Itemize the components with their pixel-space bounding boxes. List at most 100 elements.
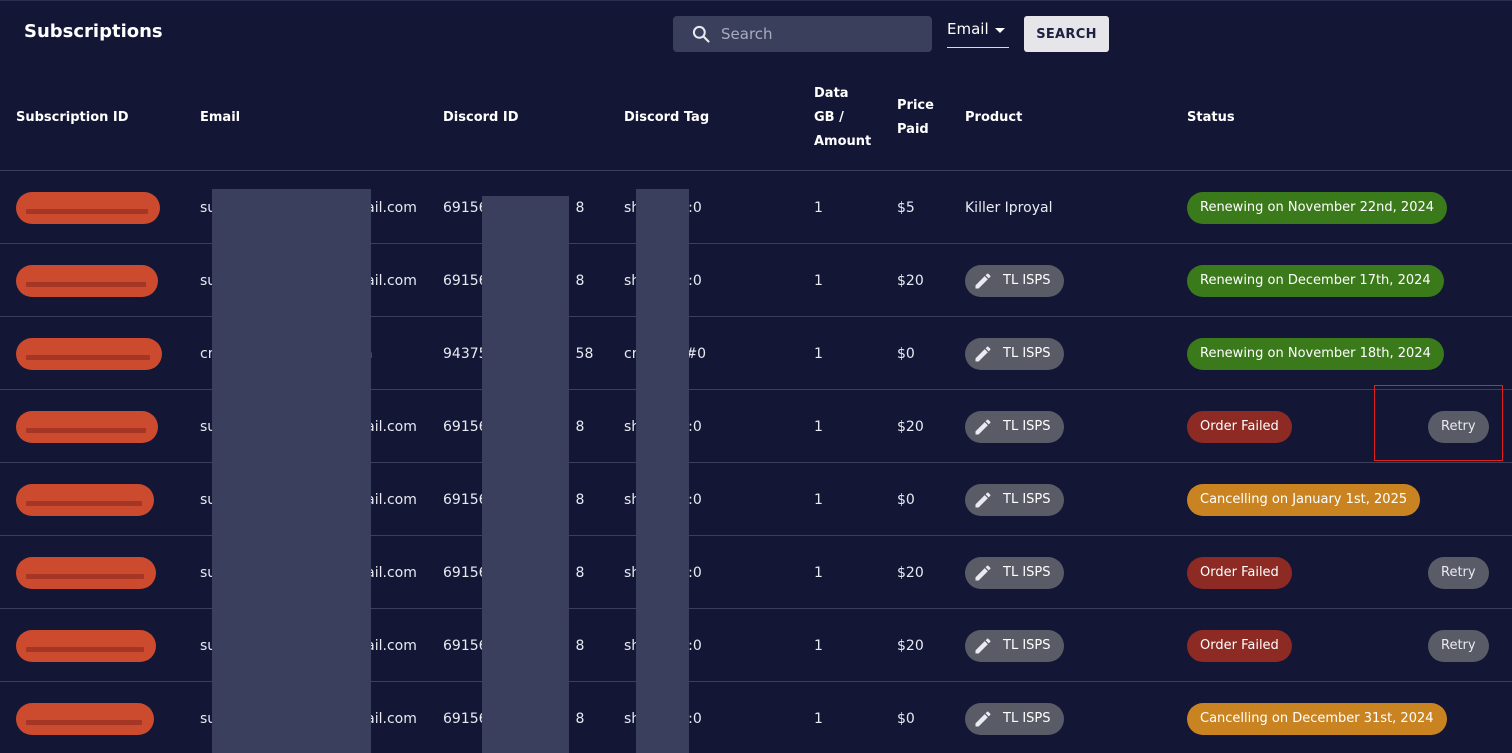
status-cell: Order Failed xyxy=(1187,609,1292,682)
product-name: TL ISPS xyxy=(1003,565,1051,580)
data-amount-cell: 1 xyxy=(814,199,823,216)
pencil-icon xyxy=(975,710,991,726)
redaction-discord-tag xyxy=(636,189,689,753)
subscription-id-pill[interactable] xyxy=(16,702,154,735)
discord-id-suffix: 58 xyxy=(575,345,594,362)
discord-tag-suffix: :0 xyxy=(688,418,702,435)
search-field-value: Email xyxy=(947,20,989,38)
product-name: TL ISPS xyxy=(1003,419,1051,434)
redaction-subscription-id xyxy=(26,719,142,725)
column-data: Data GB / Amount xyxy=(814,82,871,154)
data-amount-cell: 1 xyxy=(814,418,823,435)
status-badge: Order Failed xyxy=(1187,410,1292,443)
discord-id-prefix: 69156 xyxy=(443,272,488,289)
status-cell: Order Failed xyxy=(1187,390,1292,463)
search-field-select[interactable]: Email xyxy=(947,20,1009,48)
discord-id-suffix: 8 xyxy=(575,564,585,581)
product-cell: Killer Iproyal xyxy=(965,199,1053,216)
email-suffix: ail.com xyxy=(366,564,417,581)
subscriptions-page: Subscriptions Email SEARCH Subscription … xyxy=(0,0,1512,753)
subscription-id-pill[interactable] xyxy=(16,483,154,516)
subscription-id-cell xyxy=(16,171,160,244)
subscription-id-cell xyxy=(16,463,154,536)
product-chip[interactable]: TL ISPS xyxy=(965,410,1064,443)
discord-id-suffix: 8 xyxy=(575,199,585,216)
product-cell: TL ISPS xyxy=(965,317,1064,390)
price-paid-cell: $20 xyxy=(897,272,924,289)
subscription-id-pill[interactable] xyxy=(16,337,162,370)
discord-id-suffix: 8 xyxy=(575,637,585,654)
product-cell: TL ISPS xyxy=(965,390,1064,463)
column-data-line2: GB / xyxy=(814,110,844,125)
product-chip[interactable]: TL ISPS xyxy=(965,264,1064,297)
subscription-id-cell xyxy=(16,609,156,682)
data-amount-cell: 1 xyxy=(814,564,823,581)
status-badge: Cancelling on December 31st, 2024 xyxy=(1187,702,1447,735)
search-button[interactable]: SEARCH xyxy=(1024,16,1109,52)
email-suffix: ail.com xyxy=(366,418,417,435)
product-cell: TL ISPS xyxy=(965,536,1064,609)
search-input[interactable] xyxy=(721,25,911,43)
product-name: TL ISPS xyxy=(1003,346,1051,361)
discord-id-suffix: 8 xyxy=(575,491,585,508)
product-name: TL ISPS xyxy=(1003,638,1051,653)
status-badge: Order Failed xyxy=(1187,556,1292,589)
subscription-id-cell xyxy=(16,682,154,753)
discord-id-suffix: 8 xyxy=(575,418,585,435)
discord-id-prefix: 69156 xyxy=(443,199,488,216)
product-cell: TL ISPS xyxy=(965,244,1064,317)
status-cell: Cancelling on January 1st, 2025 xyxy=(1187,463,1421,536)
subscription-id-cell xyxy=(16,536,156,609)
discord-id-prefix: 69156 xyxy=(443,637,488,654)
subscription-id-pill[interactable] xyxy=(16,556,156,589)
subscription-id-pill[interactable] xyxy=(16,264,158,297)
status-cell: Renewing on November 18th, 2024 xyxy=(1187,317,1444,390)
subscription-id-cell xyxy=(16,244,158,317)
email-suffix: ail.com xyxy=(366,710,417,727)
status-badge: Renewing on December 17th, 2024 xyxy=(1187,264,1444,297)
subscription-id-pill[interactable] xyxy=(16,191,160,224)
discord-id-suffix: 8 xyxy=(575,710,585,727)
redaction-subscription-id xyxy=(26,500,142,506)
data-amount-cell: 1 xyxy=(814,491,823,508)
search-bar[interactable] xyxy=(673,16,932,52)
pencil-icon xyxy=(975,491,991,507)
discord-tag-suffix: :0 xyxy=(688,564,702,581)
column-subscription-id: Subscription ID xyxy=(16,110,129,125)
page-title: Subscriptions xyxy=(24,21,163,42)
column-data-line1: Data xyxy=(814,86,849,101)
retry-button[interactable]: Retry xyxy=(1428,556,1489,589)
status-badge: Renewing on November 18th, 2024 xyxy=(1187,337,1444,370)
column-price-line2: Paid xyxy=(897,122,929,137)
column-status: Status xyxy=(1187,110,1235,125)
retry-button[interactable]: Retry xyxy=(1428,629,1489,662)
discord-id-suffix: 8 xyxy=(575,272,585,289)
redaction-discord-id xyxy=(482,196,569,753)
price-paid-cell: $20 xyxy=(897,564,924,581)
status-badge: Renewing on November 22nd, 2024 xyxy=(1187,191,1448,224)
subscription-id-pill[interactable] xyxy=(16,629,156,662)
column-discord-tag: Discord Tag xyxy=(624,110,710,125)
pencil-icon xyxy=(975,418,991,434)
discord-id-prefix: 94375 xyxy=(443,345,488,362)
data-amount-cell: 1 xyxy=(814,637,823,654)
subscription-id-pill[interactable] xyxy=(16,410,158,443)
product-chip[interactable]: TL ISPS xyxy=(965,483,1064,516)
price-paid-cell: $5 xyxy=(897,199,915,216)
redaction-subscription-id xyxy=(26,427,146,433)
product-name: TL ISPS xyxy=(1003,273,1051,288)
retry-cell: Retry xyxy=(1428,536,1489,609)
product-chip[interactable]: TL ISPS xyxy=(965,629,1064,662)
product-chip[interactable]: TL ISPS xyxy=(965,702,1064,735)
retry-cell: Retry xyxy=(1428,609,1489,682)
product-name: TL ISPS xyxy=(1003,711,1051,726)
product-chip[interactable]: TL ISPS xyxy=(965,556,1064,589)
price-paid-cell: $20 xyxy=(897,637,924,654)
redaction-subscription-id xyxy=(26,646,144,652)
subscription-id-cell xyxy=(16,390,158,463)
product-chip[interactable]: TL ISPS xyxy=(965,337,1064,370)
discord-tag-suffix: :0 xyxy=(688,199,702,216)
status-cell: Renewing on November 22nd, 2024 xyxy=(1187,171,1448,244)
pencil-icon xyxy=(975,272,991,288)
status-cell: Order Failed xyxy=(1187,536,1292,609)
